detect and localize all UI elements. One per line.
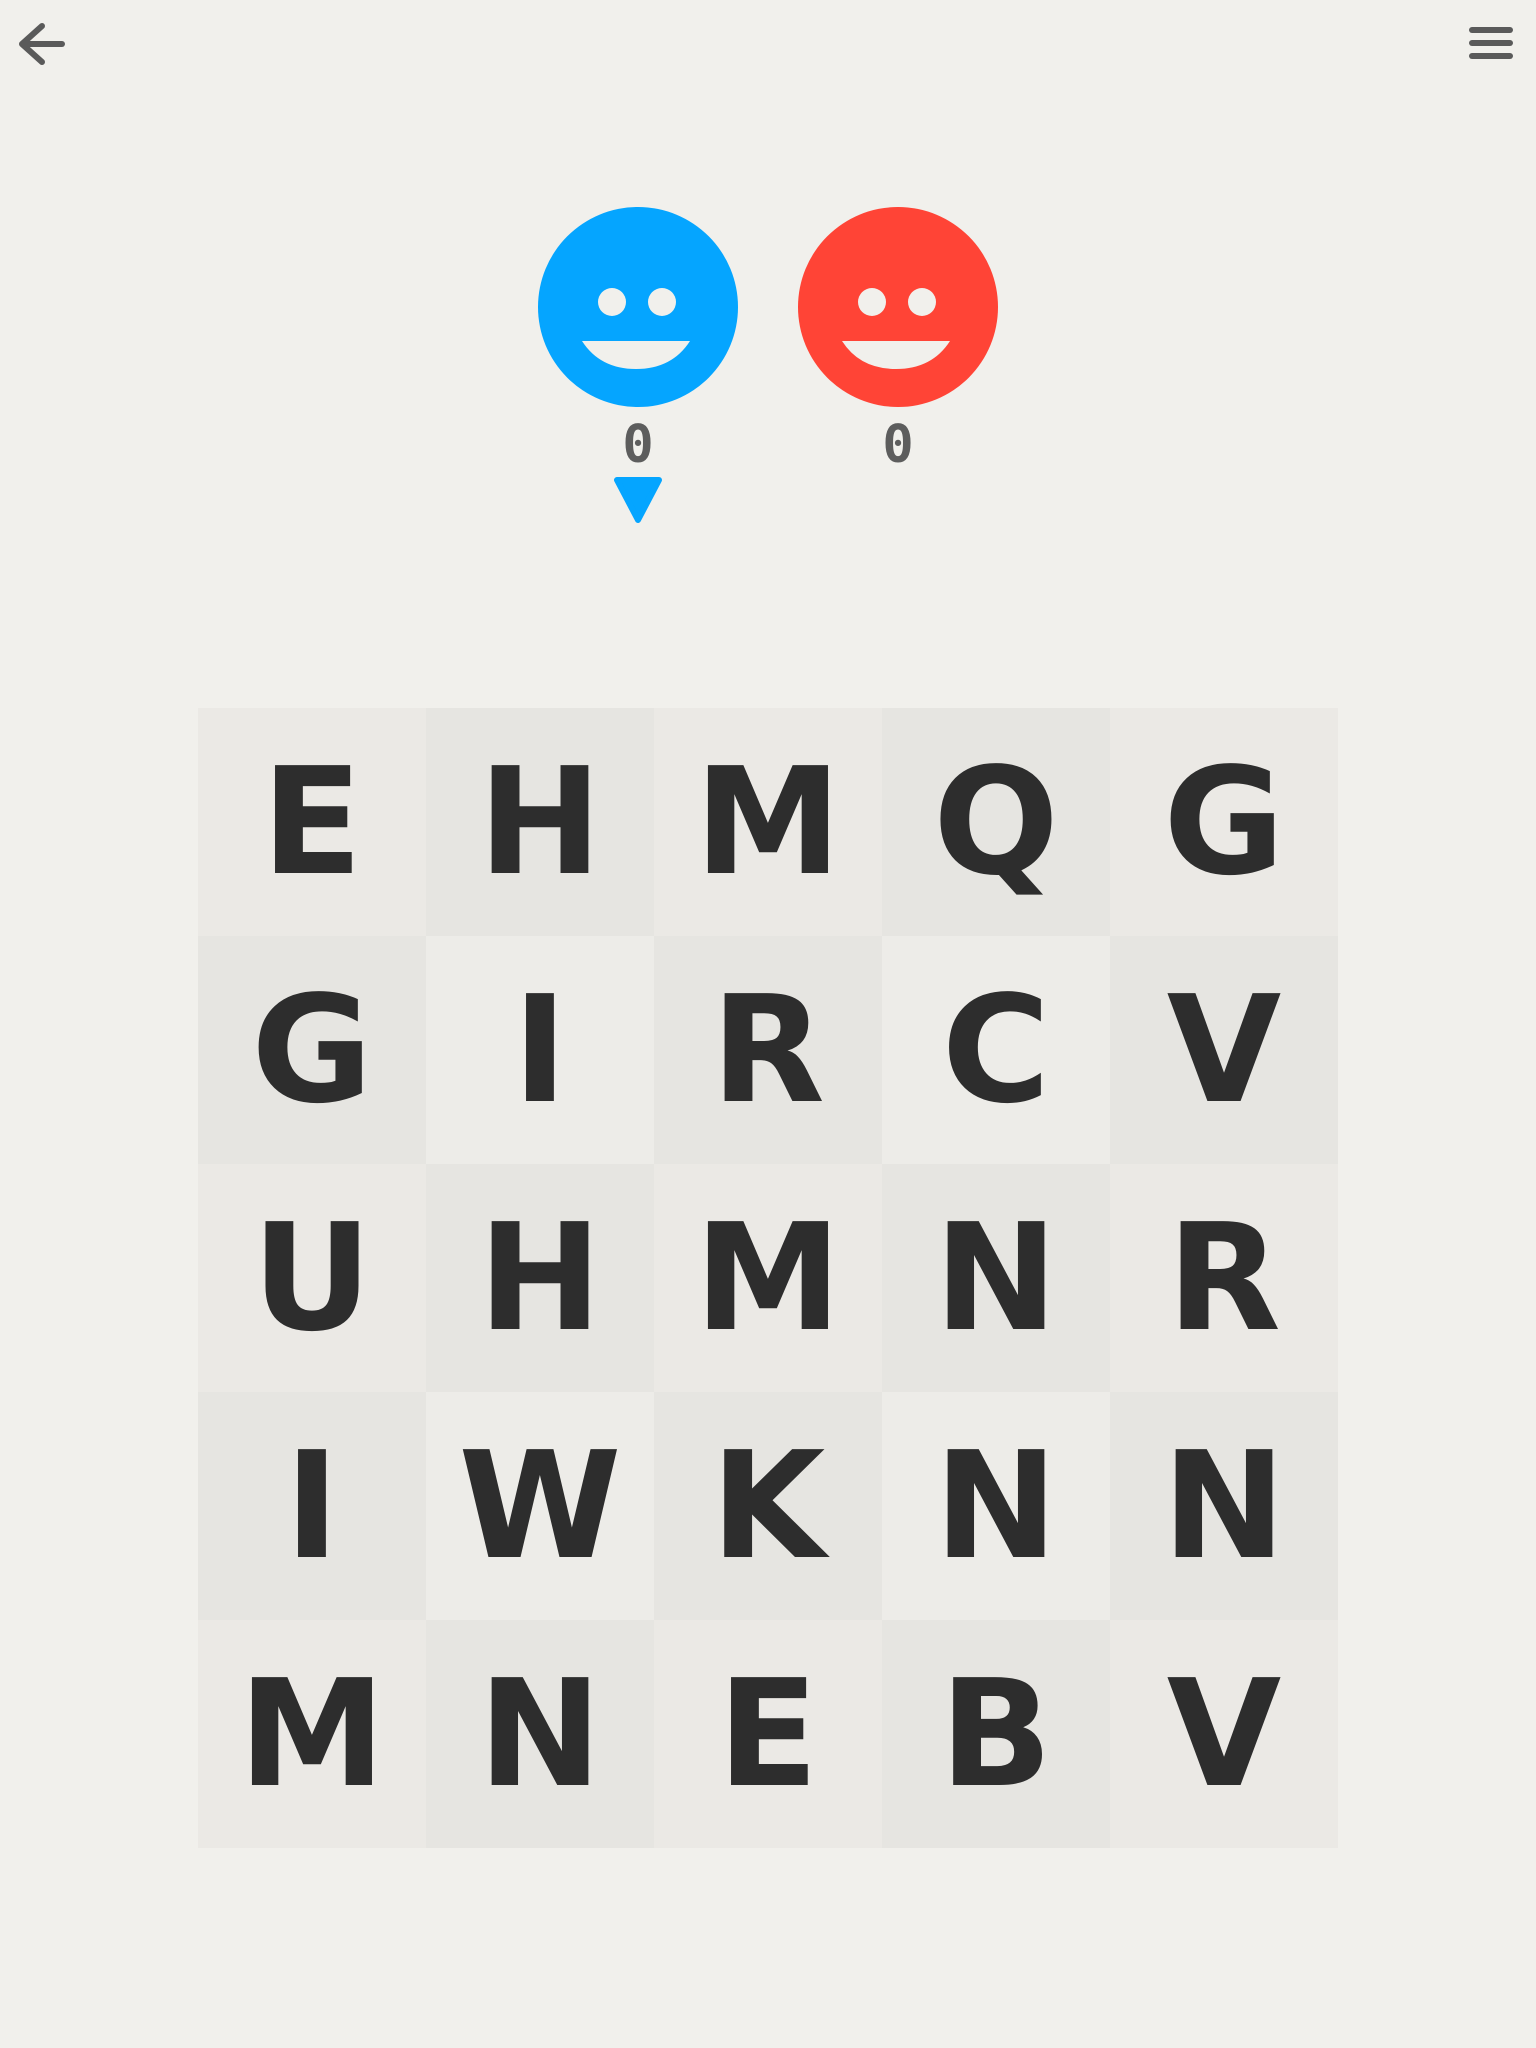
letter-tile[interactable]: G (1110, 708, 1338, 936)
letter-tile[interactable]: W (426, 1392, 654, 1620)
letter-tile[interactable]: E (198, 708, 426, 936)
letter-tile[interactable]: E (654, 1620, 882, 1848)
letter-tile[interactable]: B (882, 1620, 1110, 1848)
letter-tile[interactable]: I (426, 936, 654, 1164)
letter-tile[interactable]: C (882, 936, 1110, 1164)
letter-tile[interactable]: R (654, 936, 882, 1164)
player-one-face-circle (538, 207, 738, 407)
player-one-score: 0 (622, 415, 654, 475)
letter-tile[interactable]: N (426, 1620, 654, 1848)
player-two-face-circle (798, 207, 998, 407)
smiley-face-icon (538, 207, 738, 407)
player-two: 0 (796, 205, 1000, 471)
letter-tile[interactable]: M (654, 708, 882, 936)
letter-tile[interactable]: R (1110, 1164, 1338, 1392)
hamburger-menu-icon (1469, 27, 1513, 59)
letter-tile[interactable]: N (882, 1392, 1110, 1620)
letter-tile[interactable]: H (426, 708, 654, 936)
back-arrow-icon (19, 23, 65, 65)
letter-tile[interactable]: M (654, 1164, 882, 1392)
back-button[interactable] (14, 18, 74, 68)
letter-tile[interactable]: V (1110, 1620, 1338, 1848)
letter-tile[interactable]: V (1110, 936, 1338, 1164)
letter-tile[interactable]: U (198, 1164, 426, 1392)
letter-tile[interactable]: K (654, 1392, 882, 1620)
letter-tile[interactable]: M (198, 1620, 426, 1848)
triangle-down-icon (614, 477, 662, 523)
letter-tile[interactable]: H (426, 1164, 654, 1392)
letter-tile[interactable]: G (198, 936, 426, 1164)
player-one: 0 (536, 205, 740, 471)
letter-tile[interactable]: N (882, 1164, 1110, 1392)
letter-tile[interactable]: N (1110, 1392, 1338, 1620)
smiley-face-icon (798, 207, 998, 407)
letter-board: E H M Q G G I R C V U H M N R I W K N N … (198, 708, 1338, 1848)
player-two-score: 0 (882, 415, 914, 475)
letter-tile[interactable]: I (198, 1392, 426, 1620)
menu-button[interactable] (1468, 22, 1514, 64)
letter-tile[interactable]: Q (882, 708, 1110, 936)
